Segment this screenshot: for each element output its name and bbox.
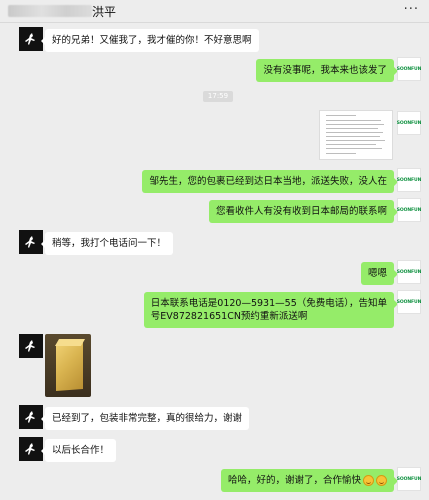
message-timestamp: 17:59 <box>203 91 233 102</box>
screenshot-line <box>326 128 378 129</box>
my-avatar[interactable]: SOONFUN <box>397 290 421 314</box>
message-bubble-sent[interactable]: 没有没事呢，我本来也该发了 <box>256 59 398 82</box>
my-avatar[interactable]: SOONFUN <box>397 198 421 222</box>
contact-avatar[interactable] <box>19 230 43 254</box>
jumpman-logo-icon <box>25 236 35 248</box>
my-avatar[interactable]: SOONFUN <box>397 168 421 192</box>
my-avatar[interactable]: SOONFUN <box>397 467 421 491</box>
package-box-top <box>54 339 86 346</box>
message-bubble-received[interactable]: 已经到了，包装非常完整，真的很给力，谢谢 <box>40 407 250 430</box>
message-text: 哈哈，好的，谢谢了，合作愉快 <box>227 475 361 486</box>
screenshot-line <box>326 120 381 121</box>
chat-title[interactable]: 洪平 <box>92 3 116 20</box>
chat-header: 洪平 ··· <box>0 0 429 23</box>
my-avatar[interactable]: SOONFUN <box>397 57 421 81</box>
image-message-screenshot[interactable] <box>319 110 393 160</box>
contact-avatar[interactable] <box>19 334 43 358</box>
screenshot-line <box>326 132 383 133</box>
screenshot-line <box>326 115 356 116</box>
jumpman-logo-icon <box>25 411 35 423</box>
package-box <box>56 342 83 391</box>
screenshot-line <box>326 144 376 145</box>
message-bubble-sent[interactable]: 邹先生，您的包裹已经到达日本当地，派送失败，没人在 <box>142 170 398 193</box>
jumpman-logo-icon <box>25 443 35 455</box>
message-bubble-sent[interactable]: 嗯嗯 <box>360 262 399 285</box>
contact-avatar[interactable] <box>19 405 43 429</box>
screenshot-line <box>326 136 380 137</box>
smile-emoji-icon <box>376 475 387 486</box>
message-bubble-received[interactable]: 以后长合作！ <box>40 439 117 462</box>
more-options-icon[interactable]: ··· <box>404 2 419 17</box>
message-bubble-sent[interactable]: 您看收件人有没有收到日本邮局的联系啊 <box>208 200 399 223</box>
jumpman-logo-icon <box>25 33 35 45</box>
screenshot-line <box>326 148 382 149</box>
message-bubble-sent[interactable]: 日本联系电话是0120—5931—55（免费电话），告知单 号EV8728216… <box>143 292 399 328</box>
screenshot-line <box>326 153 356 154</box>
message-line: 号EV872821651CN预约重新派送啊 <box>150 311 308 322</box>
my-avatar[interactable]: SOONFUN <box>397 260 421 284</box>
grin-emoji-icon <box>363 475 374 486</box>
screenshot-line <box>326 140 385 141</box>
message-bubble-sent[interactable]: 哈哈，好的，谢谢了，合作愉快 <box>220 469 399 492</box>
redacted-contact-name <box>8 5 92 17</box>
contact-avatar[interactable] <box>19 437 43 461</box>
screenshot-line <box>326 124 384 125</box>
message-line: 日本联系电话是0120—5931—55（免费电话），告知单 <box>150 298 387 309</box>
message-bubble-received[interactable]: 稍等，我打个电话问一下！ <box>40 232 174 255</box>
jumpman-logo-icon <box>25 340 35 352</box>
message-bubble-received[interactable]: 好的兄弟！又催我了，我才催的你！不好意思啊 <box>41 29 259 52</box>
image-message-package-photo[interactable] <box>45 334 91 397</box>
contact-avatar[interactable] <box>19 27 43 51</box>
my-avatar[interactable]: SOONFUN <box>397 111 421 135</box>
